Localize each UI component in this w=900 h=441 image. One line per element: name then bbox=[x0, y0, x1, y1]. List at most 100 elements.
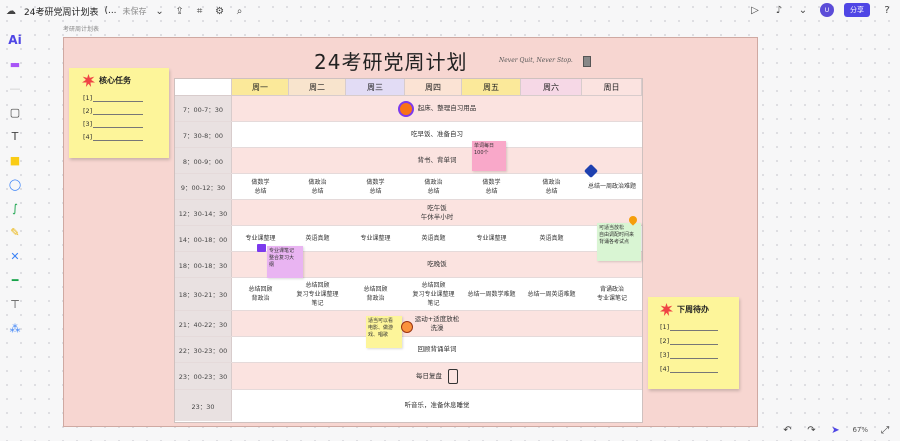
starburst-icon bbox=[660, 303, 673, 316]
table-header: 周一 周二 周三 周四 周五 周六 周日 bbox=[175, 79, 642, 96]
left-toolbar: Ai ▬ — ▢ T ■ ◯ ∫ ✎ ✕ ━ ⊤ ⁂ bbox=[4, 28, 26, 340]
document-title[interactable]: 24考研党周计划表 bbox=[24, 5, 98, 18]
time-cell: 22：30-23：00 bbox=[175, 337, 232, 362]
document-title-suffix: (... bbox=[104, 6, 117, 16]
avatar[interactable]: U bbox=[820, 3, 834, 17]
row-label: 回顾背诵单词 bbox=[417, 345, 457, 353]
table-row: 9：00-12：30 做数学 总结 做政治 总结 做数学 总结 做政治 总结 做… bbox=[175, 174, 642, 200]
next-week-title: 下周待办 bbox=[677, 305, 709, 314]
sticky-note-icon[interactable]: ■ bbox=[4, 148, 26, 172]
more-tools-icon[interactable]: ⁂ bbox=[4, 316, 26, 340]
text-icon[interactable]: T bbox=[4, 124, 26, 148]
time-cell: 14：00-18：00 bbox=[175, 226, 232, 251]
sticky-note-major-notes[interactable]: 专业课笔记 整合复习大 纲 bbox=[267, 246, 303, 278]
core-task-item: [3] bbox=[83, 120, 93, 128]
line-icon[interactable]: ━ bbox=[4, 268, 26, 292]
time-cell: 23：00-23：30 bbox=[175, 363, 232, 389]
table-row: 12：30-14：30 吃午饭 午休半小时 bbox=[175, 200, 642, 226]
eraser-icon bbox=[583, 56, 591, 67]
table-row: 18：00-18：30 吃晚饭 bbox=[175, 252, 642, 278]
row-label: 听音乐，准备休息睡觉 bbox=[404, 401, 470, 409]
time-cell: 8：00-9：00 bbox=[175, 148, 232, 173]
cell-sat: 英语真题 bbox=[539, 235, 564, 242]
fullscreen-icon[interactable]: ⤢ bbox=[878, 423, 892, 437]
chevron-icon[interactable]: ⌄ bbox=[796, 3, 810, 17]
chevron-down-icon[interactable]: ⌄ bbox=[153, 4, 167, 18]
table-row: 8：00-9：00 背书、背单词 bbox=[175, 148, 642, 174]
alarm-clock-icon bbox=[397, 100, 414, 117]
cell-fri: 专业课整理 bbox=[476, 235, 507, 242]
time-cell: 7：00-7：30 bbox=[175, 96, 232, 121]
pointer-icon[interactable]: ➤ bbox=[828, 423, 842, 437]
cell-sat: 做政治 总结 bbox=[542, 178, 561, 195]
sticky-core-tasks[interactable]: 核心任务 [1] [2] [3] [4] bbox=[69, 68, 169, 158]
table-row: 22：30-23：00 回顾背诵单词 bbox=[175, 337, 642, 363]
play-icon[interactable]: ▷ bbox=[748, 3, 762, 17]
row-label: 背书、背单词 bbox=[232, 148, 642, 173]
mindmap-icon[interactable]: ✕ bbox=[4, 244, 26, 268]
board-title: 24考研党周计划 bbox=[314, 50, 468, 74]
time-cell: 7：30-8：00 bbox=[175, 122, 232, 147]
brush-icon[interactable]: ✎ bbox=[4, 220, 26, 244]
row-label: 起床、整理自习用品 bbox=[417, 104, 477, 112]
cell-thu: 做政治 总结 bbox=[424, 178, 443, 195]
redo-icon[interactable]: ↷ bbox=[804, 423, 818, 437]
settings-icon[interactable]: ⚙ bbox=[213, 4, 227, 18]
cell-sun: 背诵政治 专业课笔记 bbox=[596, 286, 627, 302]
cell-fri: 做数学 总结 bbox=[482, 178, 501, 195]
table-icon[interactable]: ⊤ bbox=[4, 292, 26, 316]
upload-icon[interactable]: ⇪ bbox=[173, 4, 187, 18]
ball-icon bbox=[401, 321, 413, 333]
cell-wed: 专业课整理 bbox=[360, 235, 391, 242]
cell-sat: 总结一周英语难题 bbox=[527, 290, 576, 298]
day-header-thu: 周四 bbox=[405, 79, 462, 96]
next-week-line bbox=[670, 344, 718, 345]
zoom-level[interactable]: 67% bbox=[852, 426, 868, 434]
next-week-line bbox=[670, 358, 718, 359]
cell-sun: 总结一周政治难题 bbox=[587, 183, 636, 190]
day-header-mon: 周一 bbox=[232, 79, 289, 96]
core-task-item: [1] bbox=[83, 94, 93, 102]
sticky-note-words[interactable]: 单词每日 100个 bbox=[472, 141, 506, 171]
row-label: 吃早饭、准备自习 bbox=[411, 130, 463, 138]
next-week-item: [2] bbox=[660, 337, 670, 345]
shape-icon[interactable]: ◯ bbox=[4, 172, 26, 196]
share-button[interactable]: 分享 bbox=[844, 3, 870, 17]
table-row: 23：00-23：30 每日复盘 bbox=[175, 363, 642, 390]
cell-thu: 总结回顾 复习专业课整理 笔记 bbox=[412, 281, 455, 307]
core-task-line bbox=[93, 127, 143, 128]
next-week-item: [1] bbox=[660, 323, 670, 331]
sticky-note-leisure[interactable]: 适当可以看 电影、做游 戏、唱歌 bbox=[366, 316, 402, 348]
frame-icon[interactable]: ▢ bbox=[4, 100, 26, 124]
next-week-item: [4] bbox=[660, 365, 670, 373]
sticky-next-week[interactable]: 下周待办 [1] [2] [3] [4] bbox=[648, 297, 739, 389]
day-header-wed: 周三 bbox=[346, 79, 405, 96]
bottom-controls: ↶ ↷ ➤ 67% ⤢ bbox=[780, 423, 892, 437]
phone-icon bbox=[448, 368, 458, 384]
core-tasks-title: 核心任务 bbox=[99, 76, 131, 85]
pen-icon[interactable]: ▬ bbox=[4, 52, 26, 76]
breadcrumb[interactable]: 考研周计划表 bbox=[63, 24, 99, 33]
core-task-line bbox=[93, 101, 143, 102]
divider-icon: — bbox=[9, 81, 21, 95]
day-header-sat: 周六 bbox=[521, 79, 582, 96]
time-cell: 12：30-14：30 bbox=[175, 200, 232, 225]
table-row: 23：30 听音乐，准备休息睡觉 bbox=[175, 390, 642, 421]
undo-icon[interactable]: ↶ bbox=[780, 423, 794, 437]
ai-icon[interactable]: Ai bbox=[4, 28, 26, 52]
table-row: 7：30-8：00 吃早饭、准备自习 bbox=[175, 122, 642, 148]
row-label: 运动+适度放松 洗澡 bbox=[232, 311, 642, 336]
bell-icon[interactable]: ♪ bbox=[772, 3, 786, 17]
day-header-tue: 周二 bbox=[289, 79, 346, 96]
row-label: 每日复盘 bbox=[416, 371, 442, 380]
save-status: 未保存 bbox=[122, 6, 147, 16]
connector-icon[interactable]: ∫ bbox=[4, 196, 26, 220]
time-cell: 18：30-21：30 bbox=[175, 278, 232, 310]
cell-thu: 英语真题 bbox=[421, 235, 446, 242]
search-icon[interactable]: ⌕ bbox=[233, 4, 247, 18]
board-subtitle: Never Quit, Never Stop. bbox=[499, 57, 573, 64]
cloud-icon[interactable]: ☁ bbox=[4, 4, 18, 18]
help-icon[interactable]: ? bbox=[880, 3, 894, 17]
tag-icon[interactable]: ⌗ bbox=[193, 4, 207, 18]
sticky-note-relax[interactable]: 可适当放松 自由调配时间来 背诵各考试点 bbox=[597, 223, 641, 261]
